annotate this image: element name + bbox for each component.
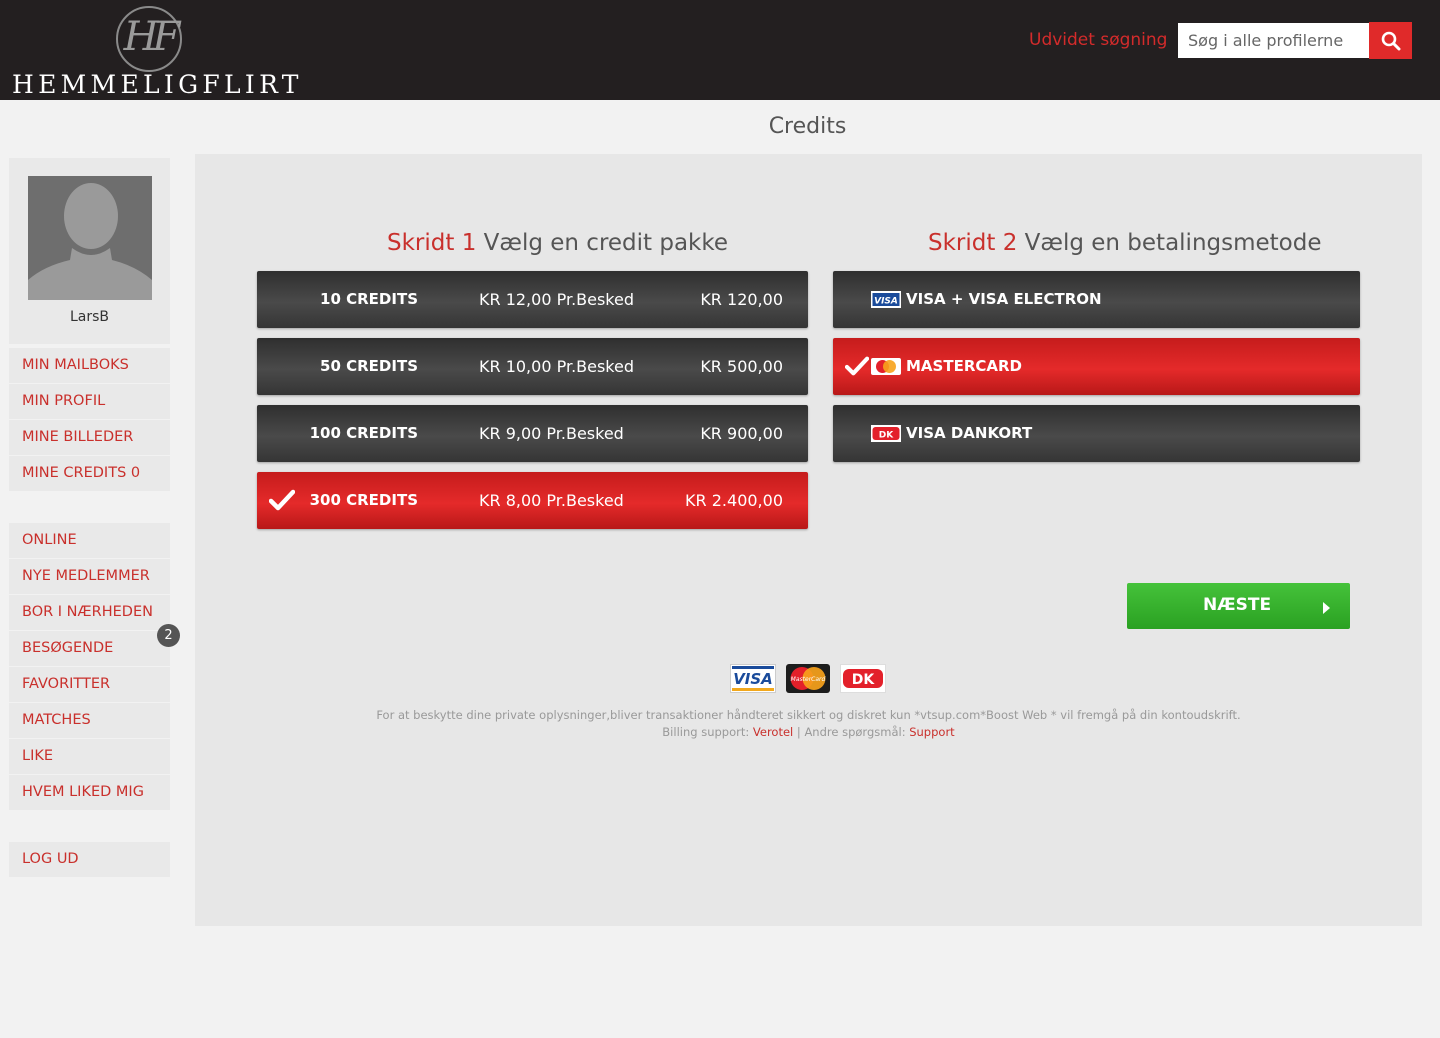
dankort-logo: DK: [840, 664, 886, 693]
visa-icon: VISA: [871, 291, 901, 308]
search-input[interactable]: [1178, 23, 1369, 58]
package-per-message: KR 8,00 Pr.Besked: [479, 491, 624, 510]
logo-monogram-text: HF: [123, 14, 181, 60]
disclaimer-text: For at beskytte dine private oplysninger…: [376, 708, 1241, 722]
page-title: Credits: [768, 114, 847, 139]
sidebar-item-pictures[interactable]: MINE BILLEDER: [9, 420, 170, 455]
step1-number: Skridt 1: [387, 230, 477, 256]
step2-text: Vælg en betalingsmetode: [1024, 230, 1322, 256]
next-button-label: NÆSTE: [1203, 595, 1272, 615]
sidebar-item-credits[interactable]: MINE CREDITS 0: [9, 456, 170, 491]
package-per-message: KR 10,00 Pr.Besked: [479, 357, 634, 376]
package-per-message: KR 9,00 Pr.Besked: [479, 424, 624, 443]
search-button[interactable]: [1369, 22, 1412, 59]
logout-button[interactable]: LOG UD: [9, 842, 170, 877]
user-silhouette-icon: [28, 176, 152, 300]
package-price: KR 120,00: [700, 290, 783, 309]
sidebar-item-like[interactable]: LIKE: [9, 739, 170, 774]
package-credits: 300 CREDITS: [309, 491, 418, 509]
payment-dankort[interactable]: DK VISA DANKORT: [833, 405, 1360, 462]
arrow-right-icon: [1323, 602, 1330, 614]
separator: |: [796, 725, 801, 739]
package-per-message: KR 12,00 Pr.Besked: [479, 290, 634, 309]
sidebar-item-who-liked-me[interactable]: HVEM LIKED MIG: [9, 775, 170, 810]
visa-logo-text: VISA: [733, 670, 773, 688]
visa-logo: VISA: [730, 664, 776, 693]
package-300-credits[interactable]: 300 CREDITS KR 8,00 Pr.Besked KR 2.400,0…: [257, 472, 808, 529]
package-price: KR 900,00: [700, 424, 783, 443]
step2-number: Skridt 2: [928, 230, 1018, 256]
checkmark-icon: [269, 489, 295, 511]
mastercard-icon: [871, 358, 901, 375]
svg-text:DK: DK: [879, 431, 894, 441]
mastercard-logo: MasterCard: [786, 664, 830, 693]
sidebar-item-favorites[interactable]: FAVORITTER: [9, 667, 170, 702]
package-price: KR 2.400,00: [685, 491, 783, 510]
package-10-credits[interactable]: 10 CREDITS KR 12,00 Pr.Besked KR 120,00: [257, 271, 808, 328]
payment-label: VISA DANKORT: [906, 424, 1033, 442]
avatar[interactable]: [28, 176, 152, 300]
sidebar-item-visitors[interactable]: BESØGENDE: [9, 631, 170, 666]
checkmark-icon: [845, 356, 869, 376]
sidebar-item-mailbox[interactable]: MIN MAILBOKS: [9, 348, 170, 383]
payment-visa[interactable]: VISA VISA + VISA ELECTRON: [833, 271, 1360, 328]
step2-heading: Skridt 2 Vælg en betalingsmetode: [928, 230, 1322, 256]
package-price: KR 500,00: [700, 357, 783, 376]
dankort-icon: DK: [871, 425, 901, 442]
sidebar-item-online[interactable]: ONLINE: [9, 523, 170, 558]
sidebar-item-nearby[interactable]: BOR I NÆRHEDEN: [9, 595, 170, 630]
sidebar-item-profile[interactable]: MIN PROFIL: [9, 384, 170, 419]
other-questions-label: Andre spørgsmål:: [804, 725, 906, 739]
billing-support-line: Billing support: Verotel | Andre spørgsm…: [195, 725, 1422, 739]
package-50-credits[interactable]: 50 CREDITS KR 10,00 Pr.Besked KR 500,00: [257, 338, 808, 395]
username[interactable]: LarsB: [9, 309, 170, 325]
mastercard-logo-text: MasterCard: [791, 676, 826, 683]
package-credits: 10 CREDITS: [320, 290, 418, 308]
advanced-search-link[interactable]: Udvidet søgning: [1029, 30, 1167, 50]
main-panel: [195, 154, 1422, 926]
payment-label: MASTERCARD: [906, 357, 1022, 375]
package-credits: 100 CREDITS: [309, 424, 418, 442]
sidebar-item-new-members[interactable]: NYE MEDLEMMER: [9, 559, 170, 594]
svg-text:VISA: VISA: [874, 297, 898, 307]
package-100-credits[interactable]: 100 CREDITS KR 9,00 Pr.Besked KR 900,00: [257, 405, 808, 462]
logo-text[interactable]: HEMMELIGFLIRT: [12, 70, 303, 99]
search-icon: [1381, 31, 1400, 50]
next-button[interactable]: NÆSTE: [1127, 583, 1350, 629]
billing-support-label: Billing support:: [662, 725, 750, 739]
logo-monogram[interactable]: HF: [116, 6, 182, 72]
support-link[interactable]: Support: [909, 725, 954, 739]
step1-heading: Skridt 1 Vælg en credit pakke: [387, 230, 728, 256]
verotel-link[interactable]: Verotel: [753, 725, 793, 739]
package-credits: 50 CREDITS: [320, 357, 418, 375]
dankort-logo-text: DK: [852, 672, 876, 688]
header: HF HEMMELIGFLIRT Udvidet søgning: [0, 0, 1440, 100]
profile-card: LarsB: [9, 158, 170, 344]
step1-text: Vælg en credit pakke: [483, 230, 729, 256]
payment-mastercard[interactable]: MASTERCARD: [833, 338, 1360, 395]
sidebar-item-matches[interactable]: MATCHES: [9, 703, 170, 738]
visitors-count-badge: 2: [157, 624, 180, 647]
payment-label: VISA + VISA ELECTRON: [906, 290, 1102, 308]
